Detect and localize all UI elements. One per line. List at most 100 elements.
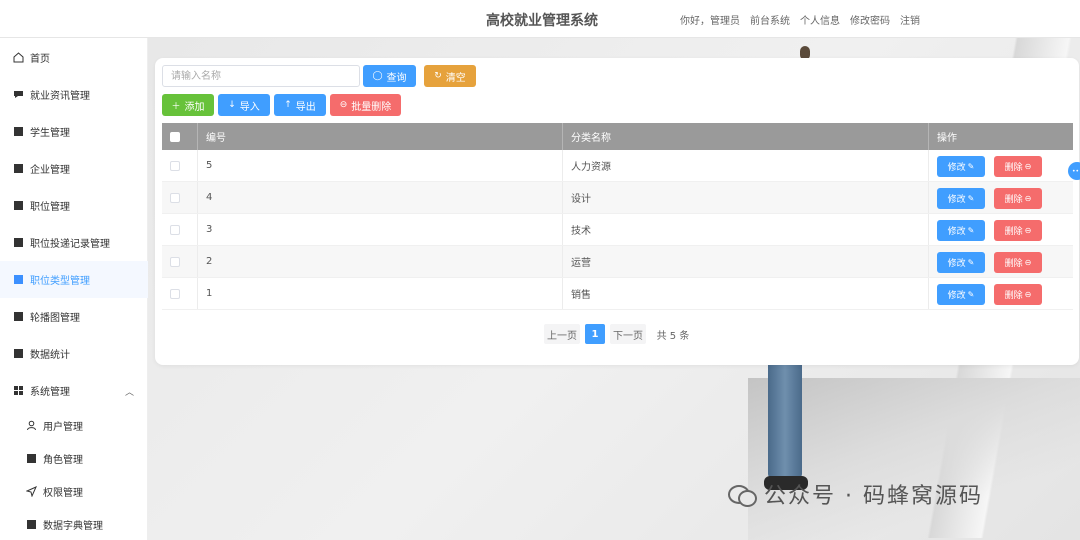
edit-button[interactable]: 修改 ✎ bbox=[937, 156, 985, 177]
next-page-button[interactable]: 下一页 bbox=[610, 324, 646, 344]
sidebar-item-users[interactable]: 用户管理 bbox=[0, 407, 148, 444]
grid-icon bbox=[12, 200, 24, 212]
chat-icon bbox=[12, 89, 24, 101]
app-title: 高校就业管理系统 bbox=[486, 13, 598, 29]
row-checkbox[interactable] bbox=[170, 288, 180, 299]
edit-button[interactable]: 修改 ✎ bbox=[937, 284, 985, 305]
import-button[interactable]: ↓ 导入 bbox=[218, 94, 270, 116]
watermark-text: 公众号 · 码蜂窝源码 bbox=[764, 484, 983, 509]
frontend-system-link[interactable]: 前台系统 bbox=[750, 12, 790, 27]
minus-circle-icon: ⊖ bbox=[1024, 258, 1032, 267]
sidebar-item-companies[interactable]: 企业管理 bbox=[0, 150, 148, 187]
dots-icon: ••• bbox=[1072, 167, 1080, 175]
grid-icon bbox=[12, 311, 24, 323]
sidebar-item-applications[interactable]: 职位投递记录管理 bbox=[0, 224, 148, 261]
search-icon: ◯ bbox=[372, 71, 383, 81]
sidebar-item-carousel[interactable]: 轮播图管理 bbox=[0, 298, 148, 335]
delete-button[interactable]: 删除 ⊖ bbox=[994, 156, 1042, 177]
row-checkbox[interactable] bbox=[170, 224, 180, 235]
clear-button[interactable]: ↻ 清空 bbox=[424, 65, 476, 87]
delete-button-label: 删除 bbox=[1004, 195, 1023, 205]
row-id: 1 bbox=[198, 278, 563, 309]
batch-delete-button-label: 批量删除 bbox=[351, 101, 392, 113]
table-header: 编号 分类名称 操作 bbox=[162, 123, 1073, 150]
row-checkbox[interactable] bbox=[170, 160, 180, 171]
watermark: 公众号 · 码蜂窝源码 bbox=[728, 478, 983, 510]
edit-button[interactable]: 修改 ✎ bbox=[937, 188, 985, 209]
logout-link[interactable]: 注销 bbox=[900, 12, 920, 27]
add-button[interactable]: ＋ 添加 bbox=[162, 94, 214, 116]
minus-circle-icon: ⊖ bbox=[1024, 290, 1032, 299]
delete-button-label: 删除 bbox=[1004, 163, 1023, 173]
refresh-icon: ↻ bbox=[434, 71, 442, 81]
delete-button-label: 删除 bbox=[1004, 291, 1023, 301]
prev-page-button[interactable]: 上一页 bbox=[544, 324, 580, 344]
sidebar-item-label: 职位管理 bbox=[30, 202, 70, 213]
minus-circle-icon: ⊖ bbox=[1024, 162, 1032, 171]
edit-button[interactable]: 修改 ✎ bbox=[937, 220, 985, 241]
sidebar-item-label: 权限管理 bbox=[43, 488, 83, 499]
add-button-label: 添加 bbox=[184, 101, 205, 113]
edit-icon: ✎ bbox=[967, 162, 975, 171]
edit-button[interactable]: 修改 ✎ bbox=[937, 252, 985, 273]
edit-button-label: 修改 bbox=[947, 291, 966, 301]
edit-icon: ✎ bbox=[967, 258, 975, 267]
sidebar-item-news[interactable]: 就业资讯管理 bbox=[0, 76, 148, 113]
table-row: 3 技术 修改 ✎ 删除 ⊖ bbox=[162, 214, 1073, 246]
table-row: 4 设计 修改 ✎ 删除 ⊖ bbox=[162, 182, 1073, 214]
edit-button-label: 修改 bbox=[947, 259, 966, 269]
page-number-1[interactable]: 1 bbox=[585, 324, 605, 344]
row-name: 销售 bbox=[563, 278, 929, 309]
grid-icon bbox=[12, 348, 24, 360]
column-header-actions: 操作 bbox=[937, 133, 957, 144]
row-id: 3 bbox=[198, 214, 563, 245]
arrow-up-icon: ↑ bbox=[284, 100, 292, 110]
wechat-icon bbox=[728, 483, 757, 507]
delete-button[interactable]: 删除 ⊖ bbox=[994, 284, 1042, 305]
row-checkbox[interactable] bbox=[170, 192, 180, 203]
sidebar-item-dictionary[interactable]: 数据字典管理 bbox=[0, 506, 148, 540]
sidebar-item-label: 职位类型管理 bbox=[30, 276, 90, 287]
sidebar-item-home[interactable]: 首页 bbox=[0, 39, 148, 76]
delete-button[interactable]: 删除 ⊖ bbox=[994, 220, 1042, 241]
export-button[interactable]: ↑ 导出 bbox=[274, 94, 326, 116]
minus-circle-icon: ⊖ bbox=[1024, 194, 1032, 203]
delete-button[interactable]: 删除 ⊖ bbox=[994, 252, 1042, 273]
change-password-link[interactable]: 修改密码 bbox=[850, 12, 890, 27]
sidebar-item-system[interactable]: 系统管理 ︿ bbox=[0, 372, 148, 409]
column-header-name[interactable]: 分类名称 bbox=[563, 123, 929, 150]
column-header-id[interactable]: 编号 bbox=[198, 123, 563, 150]
pagination: 上一页 1 下一页 共 5 条 bbox=[155, 324, 1079, 344]
row-name: 人力资源 bbox=[563, 150, 929, 181]
profile-link[interactable]: 个人信息 bbox=[800, 12, 840, 27]
row-name: 运营 bbox=[563, 246, 929, 277]
send-icon bbox=[25, 486, 37, 498]
export-button-label: 导出 bbox=[295, 101, 316, 113]
grid-icon bbox=[12, 274, 24, 286]
grid-icon bbox=[25, 519, 37, 531]
edit-button-label: 修改 bbox=[947, 163, 966, 173]
floating-tool-button[interactable]: ••• bbox=[1068, 162, 1080, 180]
batch-delete-button[interactable]: ⊖ 批量删除 bbox=[330, 94, 401, 116]
query-button[interactable]: ◯ 查询 bbox=[363, 65, 416, 87]
row-name: 技术 bbox=[563, 214, 929, 245]
sidebar-item-roles[interactable]: 角色管理 bbox=[0, 440, 148, 477]
table-row: 5 人力资源 修改 ✎ 删除 ⊖ bbox=[162, 150, 1073, 182]
sidebar-item-label: 数据统计 bbox=[30, 350, 70, 361]
sidebar-item-positions[interactable]: 职位管理 bbox=[0, 187, 148, 224]
background-person bbox=[760, 358, 810, 498]
row-checkbox[interactable] bbox=[170, 256, 180, 267]
sidebar-item-students[interactable]: 学生管理 bbox=[0, 113, 148, 150]
minus-circle-icon: ⊖ bbox=[1024, 226, 1032, 235]
search-input[interactable] bbox=[162, 65, 360, 87]
sidebar-item-position-types[interactable]: 职位类型管理 bbox=[0, 261, 148, 298]
sidebar-item-label: 用户管理 bbox=[43, 422, 83, 433]
sidebar-item-statistics[interactable]: 数据统计 bbox=[0, 335, 148, 372]
edit-icon: ✎ bbox=[967, 194, 975, 203]
delete-button-label: 删除 bbox=[1004, 227, 1023, 237]
select-all-checkbox[interactable] bbox=[170, 131, 180, 142]
delete-button[interactable]: 删除 ⊖ bbox=[994, 188, 1042, 209]
query-button-label: 查询 bbox=[386, 72, 407, 84]
grid-icon bbox=[12, 126, 24, 138]
sidebar-item-permissions[interactable]: 权限管理 bbox=[0, 473, 148, 510]
